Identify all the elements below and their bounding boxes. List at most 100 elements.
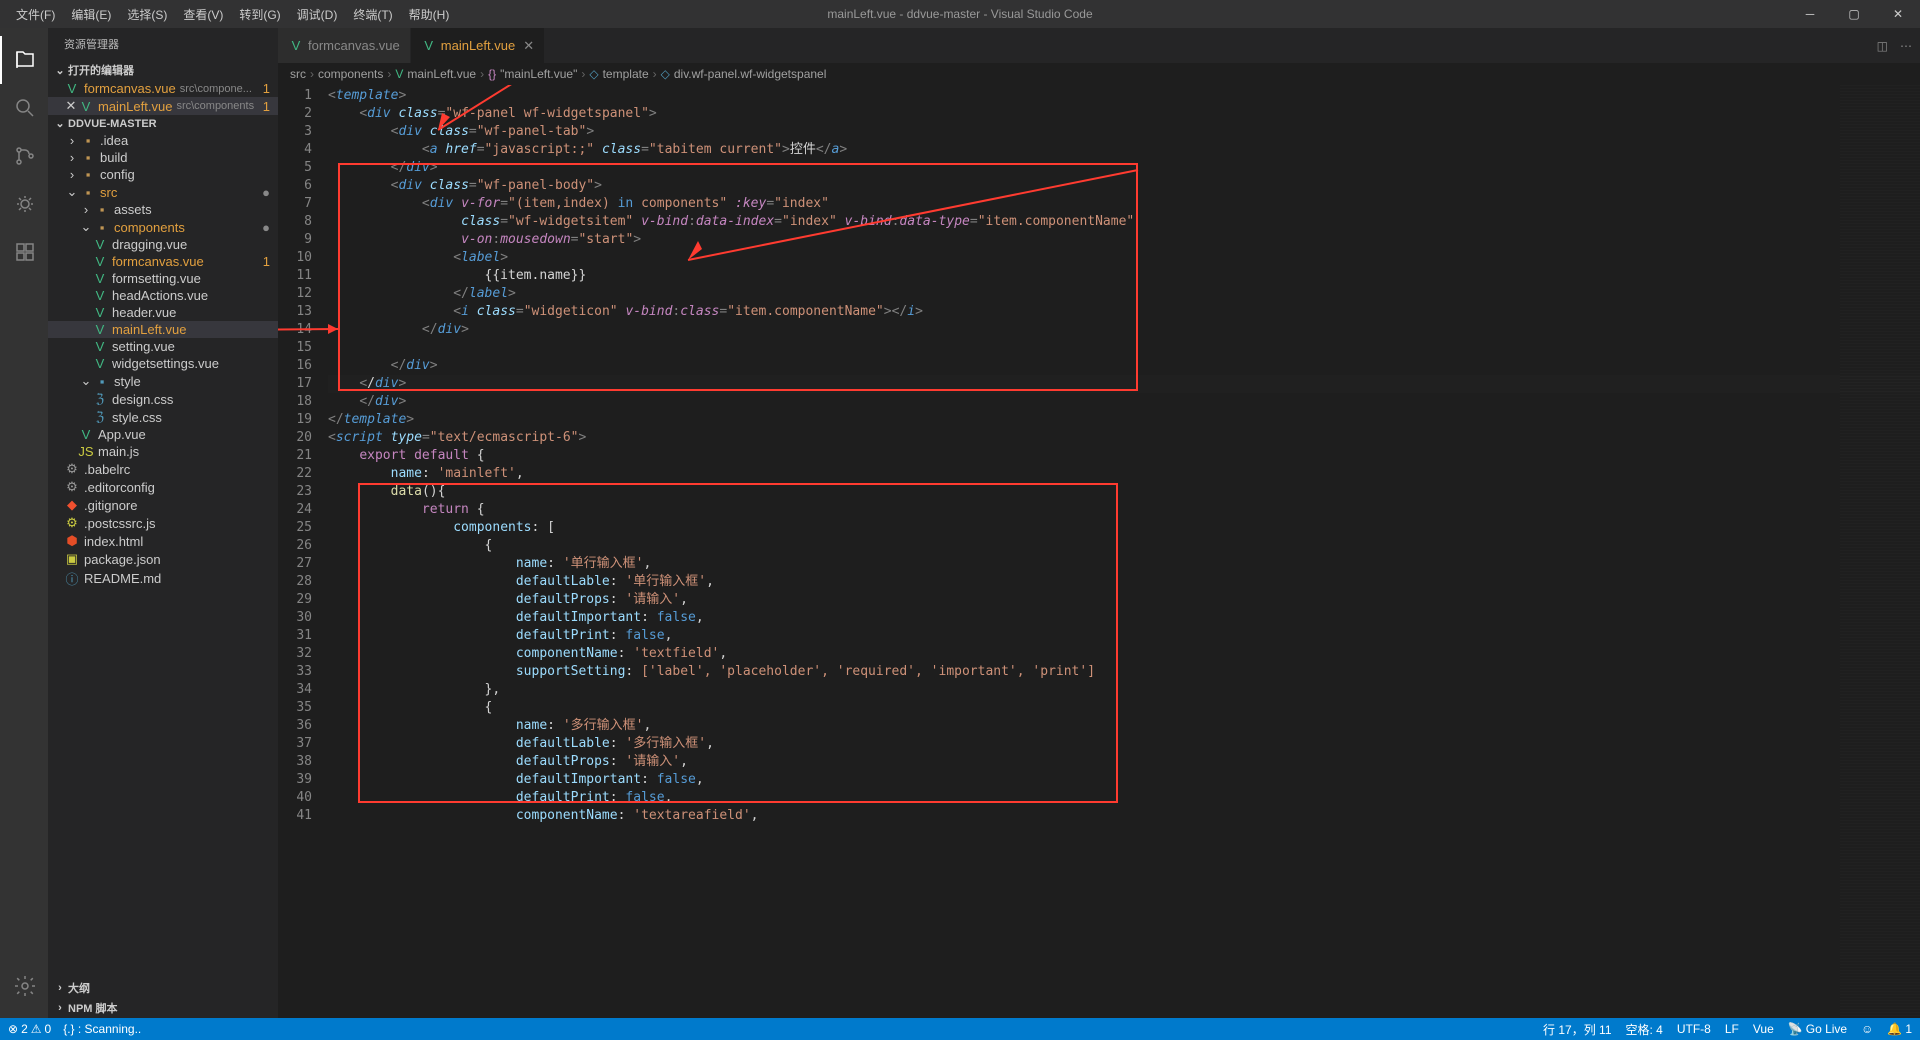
folder-assets[interactable]: ›▪assets — [48, 201, 278, 218]
more-icon[interactable]: ⋯ — [1900, 39, 1912, 53]
tag-icon: ◇ — [589, 67, 598, 81]
tab-mainleft[interactable]: V mainLeft.vue ✕ — [411, 28, 545, 63]
status-language[interactable]: Vue — [1753, 1022, 1774, 1036]
open-editor-formcanvas[interactable]: V formcanvas.vue src\compone... 1 — [48, 80, 278, 97]
file-label: App.vue — [98, 427, 146, 442]
file-label: .postcssrc.js — [84, 516, 156, 531]
vue-icon: V — [92, 339, 108, 354]
folder-build[interactable]: ›▪build — [48, 149, 278, 166]
menu-select[interactable]: 选择(S) — [119, 2, 175, 27]
menu-goto[interactable]: 转到(G) — [231, 2, 288, 27]
debug-icon[interactable] — [0, 180, 48, 228]
settings-icon[interactable] — [0, 962, 48, 1010]
source-control-icon[interactable] — [0, 132, 48, 180]
folder-label: assets — [114, 202, 152, 217]
explorer-icon[interactable] — [0, 36, 48, 84]
tab-formcanvas[interactable]: V formcanvas.vue — [278, 28, 411, 63]
status-spaces[interactable]: 空格: 4 — [1626, 1021, 1663, 1038]
npm-header[interactable]: ›NPM 脚本 — [48, 998, 278, 1018]
file-setting[interactable]: Vsetting.vue — [48, 338, 278, 355]
vue-icon: V — [92, 237, 108, 252]
file-widgetsettings[interactable]: Vwidgetsettings.vue — [48, 355, 278, 372]
file-postcss[interactable]: ⚙.postcssrc.js — [48, 514, 278, 532]
modified-dot: ● — [262, 185, 270, 200]
file-babelrc[interactable]: ⚙.babelrc — [48, 460, 278, 478]
folder-style[interactable]: ⌄▪style — [48, 372, 278, 390]
file-mainleft[interactable]: VmainLeft.vue — [48, 321, 278, 338]
badge: 1 — [263, 99, 270, 114]
breadcrumbs[interactable]: src› components› V mainLeft.vue› {} "mai… — [278, 63, 1920, 85]
npm-label: NPM 脚本 — [68, 1000, 118, 1016]
tab-close-icon[interactable]: ✕ — [523, 38, 534, 54]
breadcrumb-item[interactable]: div.wf-panel.wf-widgetspanel — [674, 67, 827, 81]
file-label: header.vue — [112, 305, 176, 320]
menu-debug[interactable]: 调试(D) — [289, 2, 346, 27]
outline-header[interactable]: ›大纲 — [48, 978, 278, 998]
close-button[interactable]: ✕ — [1876, 0, 1920, 28]
folder-config[interactable]: ›▪config — [48, 166, 278, 183]
project-header[interactable]: ⌄ DDVUE-MASTER — [48, 115, 278, 132]
folder-src[interactable]: ⌄▪src● — [48, 183, 278, 201]
warning-count: 0 — [45, 1022, 52, 1036]
menu-file[interactable]: 文件(F) — [8, 2, 63, 27]
minimize-button[interactable]: ─ — [1788, 0, 1832, 28]
menu-terminal[interactable]: 终端(T) — [345, 2, 400, 27]
file-editorconfig[interactable]: ⚙.editorconfig — [48, 478, 278, 496]
folder-label: src — [100, 185, 117, 200]
file-dragging[interactable]: Vdragging.vue — [48, 236, 278, 253]
close-icon[interactable]: ✕ — [64, 98, 78, 114]
bell-icon: 🔔 — [1887, 1022, 1902, 1036]
file-mainjs[interactable]: JSmain.js — [48, 443, 278, 460]
folder-label: style — [114, 374, 141, 389]
file-indexhtml[interactable]: ⬢index.html — [48, 532, 278, 550]
file-appvue[interactable]: V App.vue — [48, 426, 278, 443]
open-editor-mainleft[interactable]: ✕ V mainLeft.vue src\components 1 — [48, 97, 278, 115]
file-path: src\components — [176, 100, 254, 112]
maximize-button[interactable]: ▢ — [1832, 0, 1876, 28]
menu-view[interactable]: 查看(V) — [175, 2, 231, 27]
code-editor[interactable]: 1234567891011121314151617181920212223242… — [278, 85, 1920, 1018]
status-cursor[interactable]: 行 17，列 11 — [1543, 1021, 1611, 1038]
warning-icon: ⚠ — [31, 1022, 42, 1036]
extensions-icon[interactable] — [0, 228, 48, 276]
folder-icon: ▪ — [94, 202, 110, 217]
open-editors-header[interactable]: ⌄ 打开的编辑器 — [48, 60, 278, 80]
file-stylecss[interactable]: ℨstyle.css — [48, 408, 278, 426]
outline-label: 大纲 — [68, 980, 90, 996]
file-formsetting[interactable]: Vformsetting.vue — [48, 270, 278, 287]
file-label: mainLeft.vue — [98, 99, 172, 114]
file-designcss[interactable]: ℨdesign.css — [48, 390, 278, 408]
config-icon: ⚙ — [64, 461, 80, 477]
split-editor-icon[interactable]: ◫ — [1877, 39, 1888, 53]
status-feedback[interactable]: ☺ — [1861, 1022, 1873, 1036]
file-label: formsetting.vue — [112, 271, 201, 286]
search-icon[interactable] — [0, 84, 48, 132]
breadcrumb-item[interactable]: mainLeft.vue — [407, 67, 476, 81]
breadcrumb-item[interactable]: src — [290, 67, 306, 81]
file-label: design.css — [112, 392, 173, 407]
status-problems[interactable]: ⊗2 ⚠0 — [8, 1022, 51, 1036]
breadcrumb-item[interactable]: components — [318, 67, 383, 81]
folder-components[interactable]: ⌄▪components● — [48, 218, 278, 236]
file-formcanvas[interactable]: Vformcanvas.vue1 — [48, 253, 278, 270]
code-content[interactable]: <template> <div class="wf-panel wf-widge… — [328, 85, 1920, 1018]
file-package[interactable]: ▣package.json — [48, 550, 278, 568]
status-scanning[interactable]: {.} : Scanning.. — [63, 1022, 141, 1036]
badge: 1 — [263, 81, 270, 96]
menu-edit[interactable]: 编辑(E) — [63, 2, 119, 27]
breadcrumb-item[interactable]: template — [603, 67, 649, 81]
file-header[interactable]: Vheader.vue — [48, 304, 278, 321]
status-encoding[interactable]: UTF-8 — [1677, 1022, 1711, 1036]
status-bell[interactable]: 🔔1 — [1887, 1022, 1912, 1036]
file-gitignore[interactable]: ◆.gitignore — [48, 496, 278, 514]
breadcrumb-item[interactable]: "mainLeft.vue" — [500, 67, 577, 81]
status-golive[interactable]: 📡Go Live — [1788, 1022, 1847, 1036]
vue-icon: V — [78, 427, 94, 442]
menu-help[interactable]: 帮助(H) — [401, 2, 458, 27]
folder-idea[interactable]: ›▪.idea — [48, 132, 278, 149]
file-readme[interactable]: ⓘREADME.md — [48, 568, 278, 589]
status-eol[interactable]: LF — [1725, 1022, 1739, 1036]
minimap[interactable] — [1840, 85, 1920, 1018]
file-headactions[interactable]: VheadActions.vue — [48, 287, 278, 304]
explorer-sidebar: 资源管理器 ⌄ 打开的编辑器 V formcanvas.vue src\comp… — [48, 28, 278, 1018]
